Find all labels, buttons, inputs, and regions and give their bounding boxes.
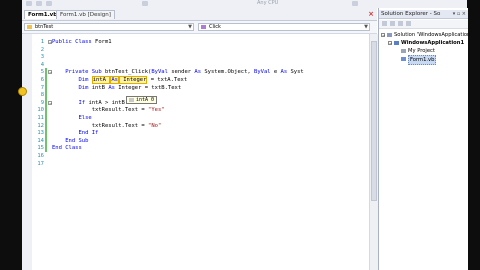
show-all-files-icon[interactable] [390, 21, 395, 26]
platform-combo[interactable]: Any CPU [257, 0, 278, 6]
solution-icon [387, 33, 392, 37]
keyword-token: Dim [52, 77, 92, 83]
code-token: sender [167, 69, 195, 76]
document-area: Form1.vb Form1.vb [Design] × btnTest ▼ C… [18, 8, 378, 270]
close-document-icon[interactable]: × [368, 10, 374, 18]
keyword-token: Public Class [52, 39, 96, 45]
tab-label: Form1.vb [28, 12, 58, 18]
letterbox-right [467, 0, 480, 270]
tab-label: Form1.vb [Design] [60, 12, 111, 18]
toolbar-icon-5[interactable] [352, 1, 358, 6]
tree-expander-icon[interactable]: − [388, 41, 392, 46]
view-code-icon[interactable] [406, 21, 411, 26]
code-token: System.Object, [201, 69, 255, 76]
class-name-combo[interactable]: btnTest ▼ [24, 23, 194, 31]
keyword-token: ByVal [254, 69, 271, 76]
variable-icon [129, 97, 134, 102]
code-editor[interactable]: 1− Public Class Form1 2 3 4 5− Private Sub bt… [18, 34, 378, 270]
string-token: "No" [148, 122, 162, 129]
keyword-token: End Sub [52, 137, 89, 144]
toolbar-icon-4[interactable] [142, 1, 148, 6]
solution-explorer-panel: Solution Explorer - So ▾ ▫ × − Solution '… [378, 8, 471, 270]
solution-explorer-title[interactable]: Solution Explorer - So ▾ ▫ × [379, 10, 468, 19]
tree-item-label: Form1.vb [408, 55, 437, 65]
code-token: Form1 [95, 39, 112, 45]
solution-explorer-toolbar [379, 20, 468, 29]
code-line[interactable]: 17 [22, 160, 369, 168]
toolbar-icon-3[interactable] [46, 1, 52, 6]
code-token: txtResult.Text = [52, 107, 149, 114]
code-token: intA > intB [88, 99, 129, 106]
keyword-token: End If [52, 130, 99, 137]
tree-item-label: Solution 'WindowsApplication [394, 32, 471, 38]
code-token: txtResult.Text = [52, 122, 149, 129]
keyword-token: If [52, 99, 89, 106]
keyword-token: Dim [52, 84, 92, 91]
main-toolbar: Any CPU [22, 0, 467, 8]
tree-item[interactable]: − Solution 'WindowsApplication [379, 31, 471, 39]
string-token: "Yes" [148, 107, 165, 114]
keyword-token: As [108, 84, 115, 91]
panel-pin-close-icons[interactable]: ▾ ▫ × [453, 10, 466, 18]
panel-title: Solution Explorer - So [381, 11, 441, 17]
tree-expander-icon[interactable]: − [381, 33, 385, 38]
code-token: Syst [287, 69, 304, 76]
vertical-scrollbar[interactable] [369, 34, 378, 270]
tree-item[interactable]: Form1.vb [379, 55, 468, 65]
class-icon [27, 25, 32, 29]
chevron-down-icon[interactable]: ▼ [188, 24, 192, 31]
tree-item-label: WindowsApplication1 [401, 40, 465, 46]
tree-item[interactable]: − WindowsApplication1 [379, 39, 468, 47]
toolbar-icon-2[interactable] [36, 1, 42, 6]
code-token: e [270, 69, 281, 76]
keyword-token: Private Sub [52, 69, 105, 76]
keyword-token: ByVal [151, 69, 168, 76]
keyword-token: Else [52, 115, 92, 121]
tab-form1-design[interactable]: Form1.vb [Design] [56, 10, 115, 19]
code-token: intB [91, 84, 109, 91]
code-token: btnTest_Click( [104, 69, 152, 76]
code-token: Integer = txtB.Text [114, 84, 182, 91]
letterbox-left [0, 0, 22, 270]
class-name-value: btnTest [35, 24, 54, 30]
code-token: = txtA.Text [147, 77, 188, 83]
code-navbar: btnTest ▼ Click ▼ [22, 21, 377, 34]
properties-icon[interactable] [382, 21, 387, 26]
method-name-value: Click [209, 24, 221, 30]
form-file-icon [401, 57, 406, 61]
refresh-icon[interactable] [398, 21, 403, 26]
scrollbar-thumb[interactable] [371, 41, 377, 201]
datatip-text: intA 0 [136, 97, 155, 103]
keyword-token: End Class [52, 145, 82, 152]
chevron-down-icon[interactable]: ▼ [364, 24, 368, 31]
toolbar-icon-1[interactable] [26, 1, 32, 6]
method-name-combo[interactable]: Click ▼ [198, 23, 370, 31]
document-tabbar: Form1.vb Form1.vb [Design] × [22, 8, 377, 21]
tree-item[interactable]: My Project [379, 47, 468, 55]
method-icon [201, 25, 206, 29]
project-icon [394, 41, 399, 45]
line-number: 17 [37, 160, 44, 167]
my-project-icon [401, 49, 406, 53]
datatip[interactable]: intA 0 [126, 96, 158, 104]
tree-item-label: My Project [408, 48, 435, 54]
